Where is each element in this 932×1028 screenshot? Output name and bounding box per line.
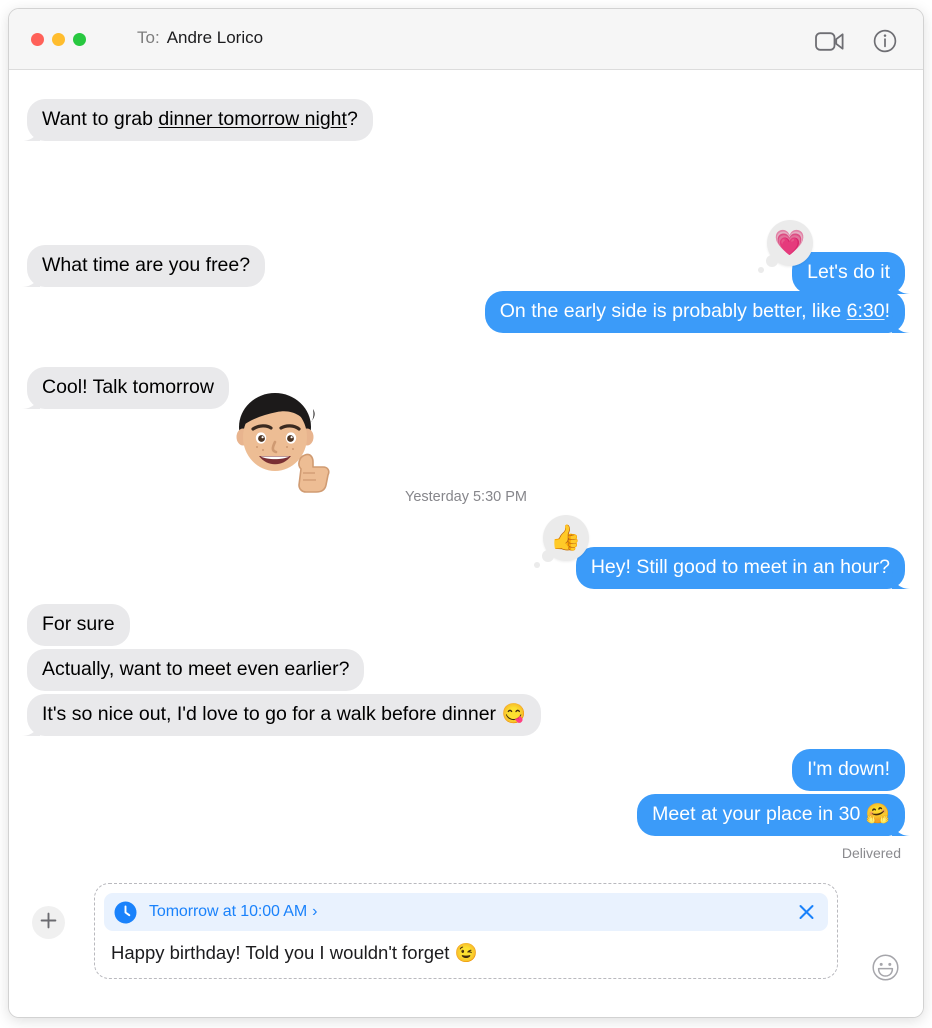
message-bubble-incoming[interactable]: It's so nice out, I'd love to go for a w…	[22, 694, 541, 736]
message-text: Want to grab	[42, 108, 159, 130]
message-bubble-outgoing[interactable]: I'm down!	[792, 749, 905, 791]
timestamp-divider: Yesterday 5:30 PM	[405, 489, 527, 505]
message-row: Want to grab dinner tomorrow night?	[22, 99, 373, 141]
message-bubble-outgoing[interactable]: Let's do it	[792, 252, 910, 294]
add-attachment-button[interactable]	[32, 906, 65, 939]
video-camera-icon[interactable]	[815, 31, 845, 52]
emoji-picker-button[interactable]	[872, 954, 899, 981]
message-bubble-incoming[interactable]: Actually, want to meet even earlier?	[27, 649, 365, 691]
message-text: Hey! Still good to meet in an hour?	[590, 556, 890, 578]
bubble-tail-icon	[892, 313, 912, 333]
message-text: Meet at your place in 30 🤗	[652, 803, 890, 825]
message-row: Let's do it	[792, 252, 910, 294]
message-bubble-incoming[interactable]: Cool! Talk tomorrow	[22, 367, 229, 409]
traffic-light-buttons	[31, 33, 86, 46]
message-row: I'm down!	[792, 749, 905, 791]
heart-tapback[interactable]: 💗	[758, 220, 813, 273]
message-transcript[interactable]: Want to grab dinner tomorrow night? Let'…	[9, 70, 923, 885]
bubble-tail-icon	[20, 267, 40, 287]
bubble-tail-icon	[892, 816, 912, 836]
messages-window: To: Andre Lorico Want to grab dinner tom…	[8, 8, 924, 1018]
message-text-after: ?	[346, 108, 358, 130]
clock-icon	[114, 901, 137, 924]
emoji-smiley-icon	[872, 954, 899, 985]
chevron-right-icon[interactable]: ›	[312, 903, 317, 921]
delivery-status: Delivered	[841, 845, 901, 861]
message-row: Cool! Talk tomorrow	[22, 367, 229, 409]
thumbs-up-emoji: 👍	[550, 523, 582, 552]
bubble-tail-icon	[20, 121, 40, 141]
message-text-after: !	[884, 300, 890, 322]
plus-icon	[40, 912, 57, 934]
recipient-name: Andre Lorico	[166, 28, 264, 47]
message-link[interactable]: dinner tomorrow night	[158, 108, 347, 130]
draft-message-text[interactable]: Happy birthday! Told you I wouldn't forg…	[104, 931, 828, 970]
message-bubble-outgoing[interactable]: Hey! Still good to meet in an hour?	[575, 547, 910, 589]
bubble-tail-icon	[892, 569, 912, 589]
message-text: For sure	[42, 613, 115, 635]
message-row: For sure	[27, 604, 130, 646]
titlebar-actions	[815, 29, 897, 53]
message-row: Actually, want to meet even earlier?	[27, 649, 365, 691]
message-bubble-incoming[interactable]: What time are you free?	[22, 245, 266, 287]
compose-bar: Tomorrow at 10:00 AM › Happy birthday! T…	[9, 883, 923, 1017]
bubble-tail-icon	[20, 389, 40, 409]
message-text: It's so nice out, I'd love to go for a w…	[42, 703, 526, 725]
message-text: What time are you free?	[42, 254, 251, 276]
message-bubble-outgoing[interactable]: On the early side is probably better, li…	[484, 291, 910, 333]
message-row: It's so nice out, I'd love to go for a w…	[22, 694, 541, 736]
message-row: On the early side is probably better, li…	[484, 291, 910, 333]
message-bubble-outgoing[interactable]: Meet at your place in 30 🤗	[637, 794, 910, 836]
to-label: To:	[137, 28, 160, 47]
recipient-field[interactable]: To: Andre Lorico	[137, 28, 263, 48]
message-compose-field[interactable]: Tomorrow at 10:00 AM › Happy birthday! T…	[94, 883, 838, 979]
close-window-button[interactable]	[31, 33, 44, 46]
minimize-window-button[interactable]	[52, 33, 65, 46]
maximize-window-button[interactable]	[73, 33, 86, 46]
heart-emoji: 💗	[774, 228, 806, 257]
window-titlebar: To: Andre Lorico	[9, 9, 923, 70]
message-bubble-incoming[interactable]: For sure	[27, 604, 130, 646]
message-text: On the early side is probably better, li…	[499, 300, 847, 322]
message-row: Meet at your place in 30 🤗	[637, 794, 910, 836]
message-row: Hey! Still good to meet in an hour?	[575, 547, 910, 589]
message-row: What time are you free?	[22, 245, 266, 287]
bubble-tail-icon	[20, 716, 40, 736]
message-link[interactable]: 6:30	[847, 300, 885, 322]
message-text: Actually, want to meet even earlier?	[42, 658, 350, 680]
close-icon[interactable]	[797, 903, 816, 922]
memoji-thumbs-up-sticker[interactable]	[223, 385, 335, 497]
scheduled-send-label: Tomorrow at 10:00 AM	[149, 903, 308, 920]
message-text: I'm down!	[807, 758, 890, 780]
info-circle-icon[interactable]	[873, 29, 897, 53]
thumbs-up-tapback[interactable]: 👍	[534, 515, 589, 568]
message-text: Cool! Talk tomorrow	[42, 376, 214, 398]
scheduled-send-banner[interactable]: Tomorrow at 10:00 AM ›	[104, 893, 828, 931]
message-text: Let's do it	[807, 261, 890, 283]
message-bubble-incoming[interactable]: Want to grab dinner tomorrow night?	[22, 99, 373, 141]
